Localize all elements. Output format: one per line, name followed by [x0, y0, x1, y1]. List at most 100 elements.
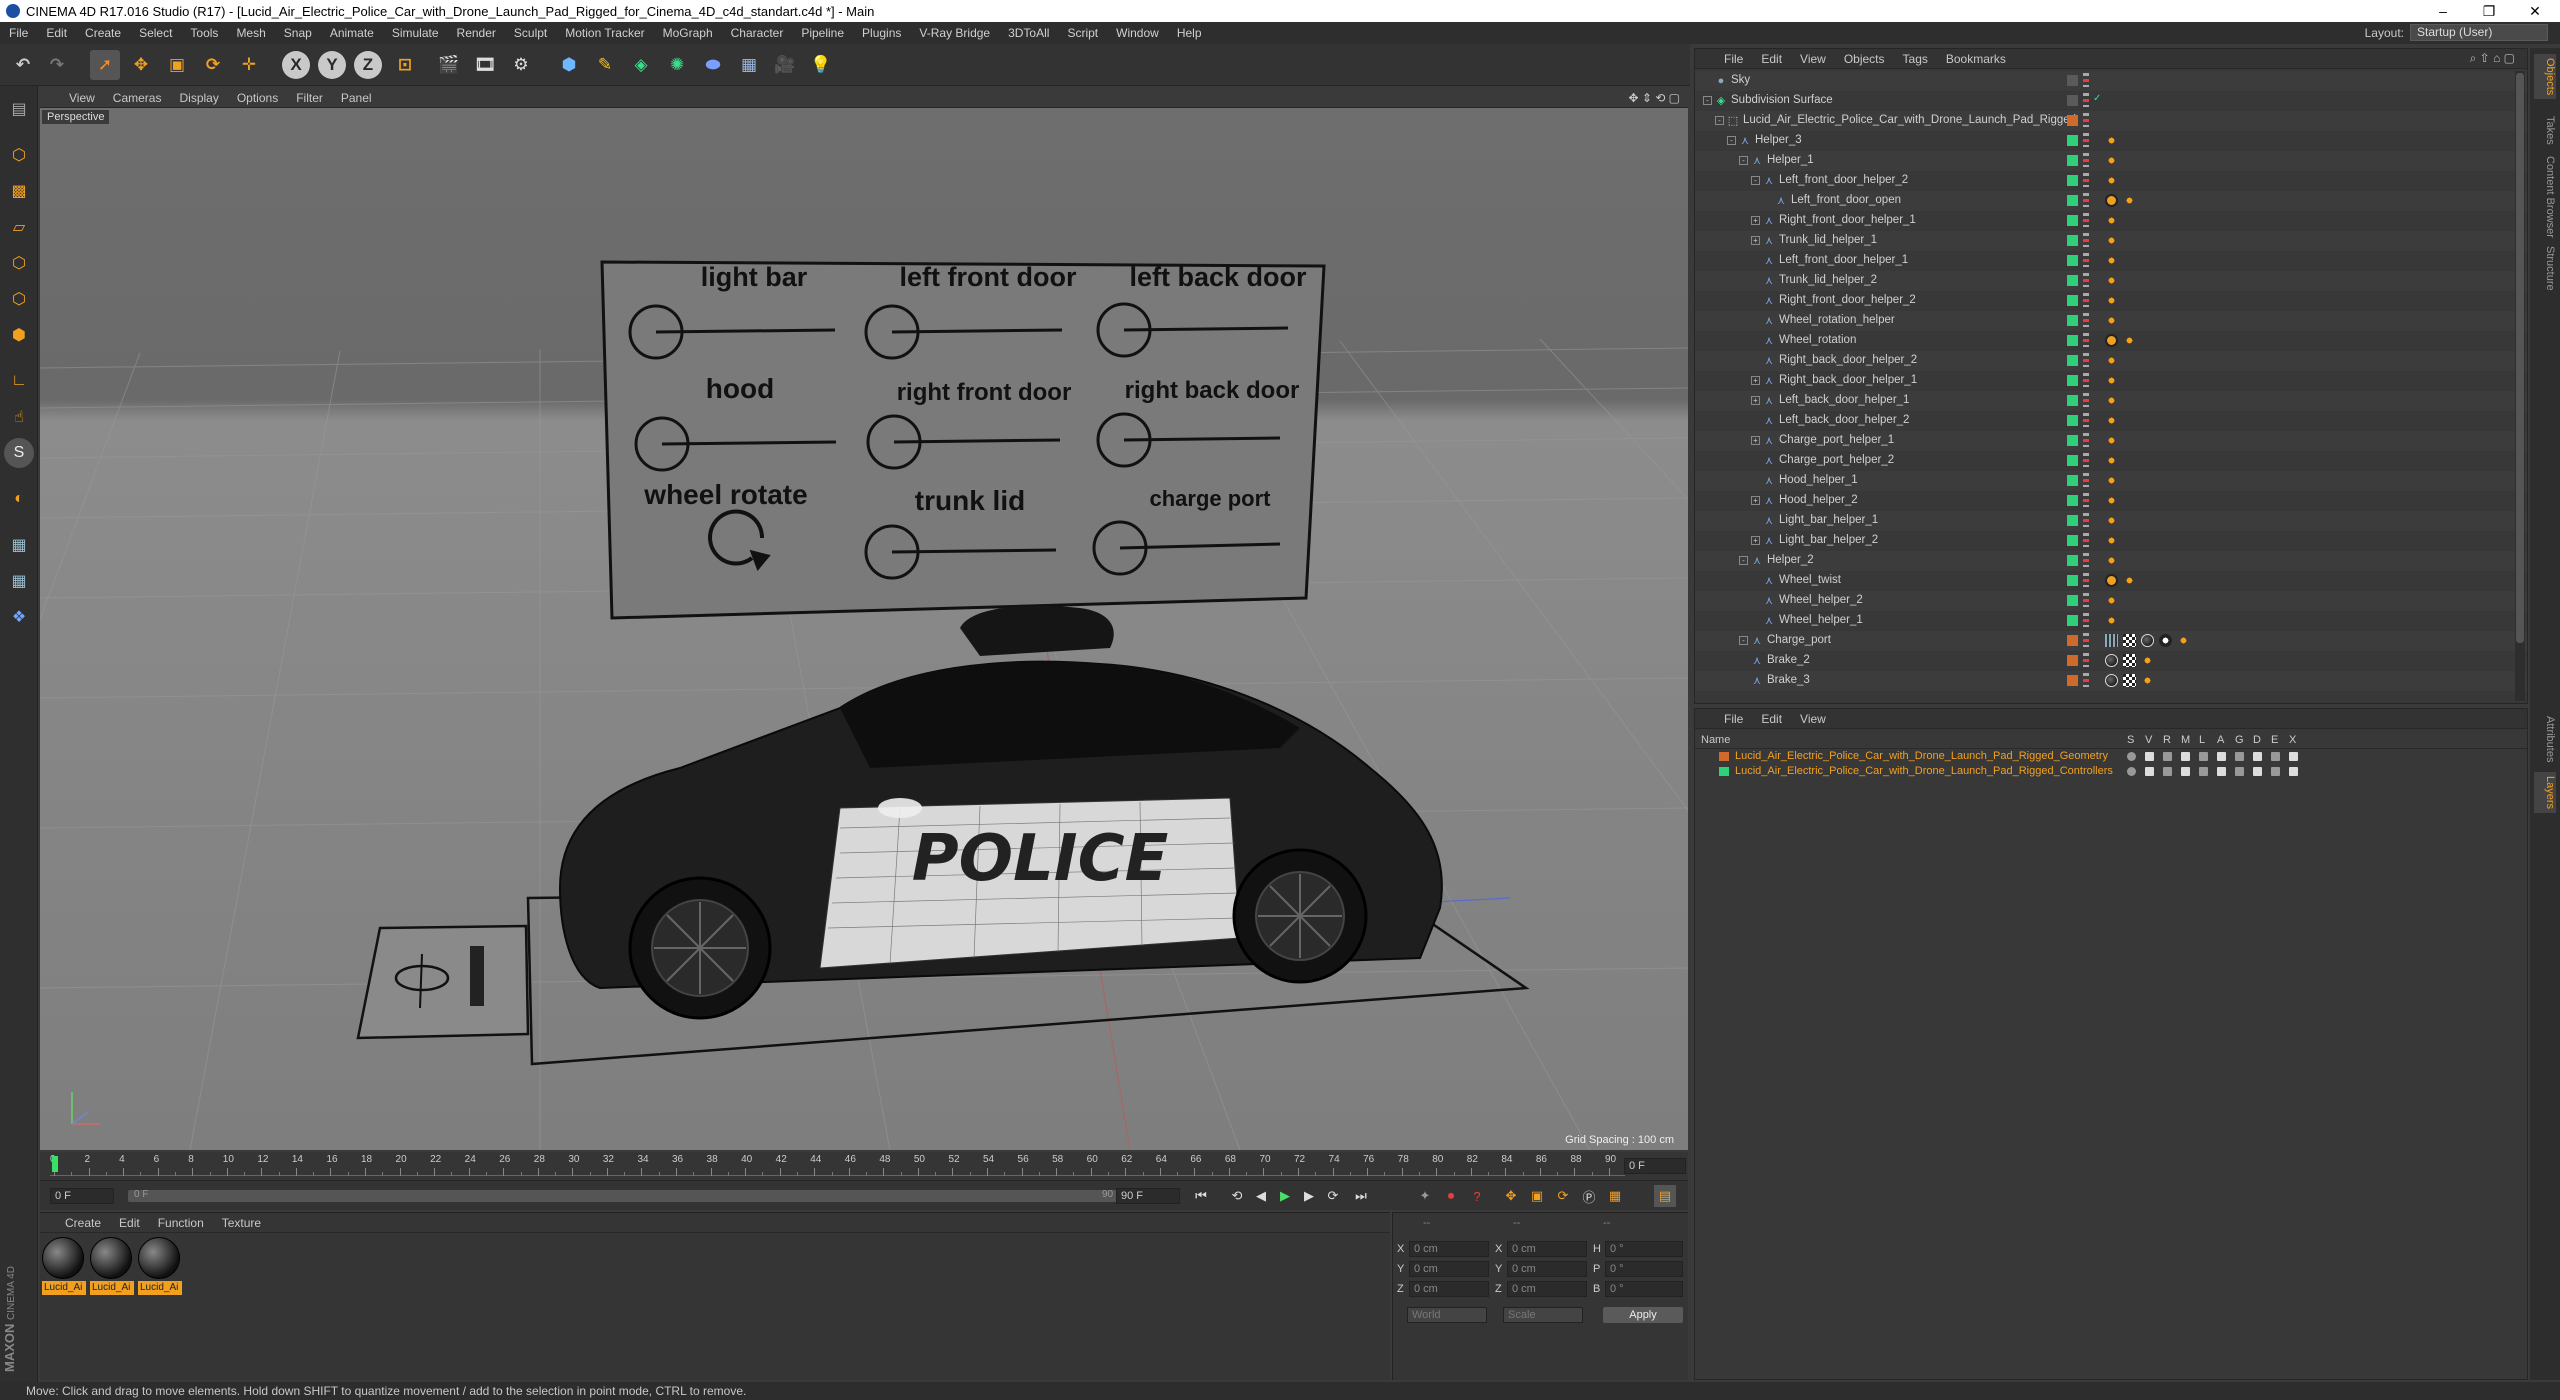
xpresso-tag-icon[interactable]	[2105, 414, 2118, 427]
floor-environment-icon[interactable]: ▦	[734, 50, 764, 80]
layer-toggle-icon[interactable]	[2181, 767, 2190, 776]
dock-tab-objects[interactable]: Objects	[2534, 54, 2556, 100]
axis-mode-icon[interactable]: ∟	[4, 366, 34, 396]
expand-toggle-icon[interactable]: +	[1751, 536, 1760, 545]
menu-animate[interactable]: Animate	[321, 26, 383, 40]
layer-toggle-icon[interactable]	[2235, 767, 2244, 776]
menu-motion-tracker[interactable]: Motion Tracker	[556, 26, 653, 40]
constraint-tag-icon[interactable]	[2105, 574, 2118, 587]
frame-range-slider[interactable]: 0 F 90 F	[128, 1189, 1128, 1202]
object-row[interactable]: ⋏ Light_bar_helper_1	[1695, 511, 2527, 531]
layer-color-swatch[interactable]	[2067, 495, 2078, 506]
texture-tag-icon[interactable]	[2123, 674, 2136, 687]
rot-p-field[interactable]: 0 °	[1605, 1261, 1683, 1277]
xpresso-tag-icon[interactable]	[2105, 174, 2118, 187]
visibility-dots-icon[interactable]	[2083, 533, 2089, 549]
xpresso-tag-icon[interactable]	[2177, 634, 2190, 647]
phong-tag-icon[interactable]	[2105, 634, 2118, 647]
layer-color-swatch[interactable]	[1719, 752, 1729, 761]
object-row[interactable]: + ⋏ Left_back_door_helper_1	[1695, 391, 2527, 411]
camera-icon[interactable]: 🎥	[770, 50, 800, 80]
visibility-dots-icon[interactable]	[2083, 573, 2089, 589]
subdivision-surface-icon[interactable]: ◈	[626, 50, 656, 80]
layer-column-header[interactable]: L	[2199, 734, 2205, 746]
xpresso-tag-icon[interactable]	[2141, 674, 2154, 687]
layer-color-swatch[interactable]	[2067, 275, 2078, 286]
layer-toggle-icon[interactable]	[2271, 752, 2280, 761]
visibility-dots-icon[interactable]	[2083, 433, 2089, 449]
layer-column-header[interactable]: E	[2271, 734, 2278, 746]
layer-toggle-icon[interactable]	[2127, 767, 2136, 776]
object-row[interactable]: ● Sky	[1695, 71, 2527, 91]
x-axis-lock-button[interactable]: X	[282, 51, 310, 79]
model-mode-icon[interactable]: ⬡	[4, 140, 34, 170]
workplane-mode-icon[interactable]: ▱	[4, 212, 34, 242]
edges-mode-icon[interactable]: ⬡	[4, 284, 34, 314]
menu-edit[interactable]: Edit	[37, 26, 76, 40]
layers-menu-edit[interactable]: Edit	[1752, 712, 1791, 726]
object-row[interactable]: ⋏ Trunk_lid_helper_2	[1695, 271, 2527, 291]
live-selection-icon[interactable]: ➚	[90, 50, 120, 80]
size-y-field[interactable]: 0 cm	[1507, 1261, 1587, 1277]
menu-help[interactable]: Help	[1168, 26, 1211, 40]
layer-color-swatch[interactable]	[2067, 95, 2078, 106]
enabled-check-icon[interactable]: ✓	[2093, 93, 2101, 104]
xpresso-tag-icon[interactable]	[2105, 354, 2118, 367]
xpresso-tag-icon[interactable]	[2123, 334, 2136, 347]
layer-color-swatch[interactable]	[2067, 335, 2078, 346]
end-frame-field[interactable]: 90 F	[1116, 1188, 1180, 1204]
visibility-dots-icon[interactable]	[2083, 293, 2089, 309]
object-row[interactable]: + ⋏ Trunk_lid_helper_1	[1695, 231, 2527, 251]
xpresso-tag-icon[interactable]	[2105, 234, 2118, 247]
layer-toggle-icon[interactable]	[2199, 767, 2208, 776]
recent-tool-icon[interactable]: ✛	[234, 50, 264, 80]
layer-column-header[interactable]: D	[2253, 734, 2261, 746]
xpresso-tag-icon[interactable]	[2105, 154, 2118, 167]
xpresso-tag-icon[interactable]	[2105, 514, 2118, 527]
object-row[interactable]: ⋏ Brake_3	[1695, 671, 2527, 691]
xpresso-tag-icon[interactable]	[2105, 534, 2118, 547]
key-rotation-icon[interactable]: ⟳	[1552, 1185, 1574, 1207]
layer-color-swatch[interactable]	[2067, 655, 2078, 666]
visibility-dots-icon[interactable]	[2083, 73, 2089, 89]
object-row[interactable]: ⋏ Right_front_door_helper_2	[1695, 291, 2527, 311]
menu-pipeline[interactable]: Pipeline	[792, 26, 853, 40]
material-swatch[interactable]: Lucid_Ai	[90, 1237, 134, 1295]
visibility-dots-icon[interactable]	[2083, 133, 2089, 149]
layer-color-swatch[interactable]	[2067, 675, 2078, 686]
layer-color-swatch[interactable]	[2067, 415, 2078, 426]
autokey-icon[interactable]: ?	[1466, 1185, 1488, 1207]
visibility-dots-icon[interactable]	[2083, 373, 2089, 389]
viewport-menu-panel[interactable]: Panel	[332, 91, 381, 105]
layer-color-swatch[interactable]	[2067, 535, 2078, 546]
object-row[interactable]: ⋏ Wheel_helper_1	[1695, 611, 2527, 631]
layer-color-swatch[interactable]	[2067, 155, 2078, 166]
previous-frame-icon[interactable]: ◀	[1250, 1185, 1272, 1207]
dock-tab-attributes[interactable]: Attributes	[2534, 712, 2556, 766]
material-menu-texture[interactable]: Texture	[213, 1216, 270, 1230]
xpresso-tag-icon[interactable]	[2105, 494, 2118, 507]
layer-row[interactable]: Lucid_Air_Electric_Police_Car_with_Drone…	[1695, 764, 2527, 779]
expand-toggle-icon[interactable]: +	[1751, 496, 1760, 505]
layer-color-swatch[interactable]	[2067, 115, 2078, 126]
expand-toggle-icon[interactable]: +	[1751, 216, 1760, 225]
viewport-menu-view[interactable]: View	[60, 91, 104, 105]
layer-color-swatch[interactable]	[2067, 255, 2078, 266]
playhead[interactable]	[52, 1156, 58, 1172]
record-keyframe-icon[interactable]: ⏺	[1440, 1185, 1462, 1207]
viewport-menu-filter[interactable]: Filter	[287, 91, 332, 105]
coordinate-system-icon[interactable]: ⊡	[390, 50, 420, 80]
move-tool-icon[interactable]: ✥	[126, 50, 156, 80]
object-row[interactable]: ⋏ Left_front_door_open	[1695, 191, 2527, 211]
object-row[interactable]: - ⋏ Charge_port	[1695, 631, 2527, 651]
menu-window[interactable]: Window	[1107, 26, 1168, 40]
layer-row[interactable]: Lucid_Air_Electric_Police_Car_with_Drone…	[1695, 749, 2527, 764]
xpresso-tag-icon[interactable]	[2123, 194, 2136, 207]
layer-color-swatch[interactable]	[2067, 295, 2078, 306]
material-tag-icon[interactable]	[2141, 634, 2154, 647]
layer-color-swatch[interactable]	[2067, 475, 2078, 486]
xpresso-tag-icon[interactable]	[2105, 454, 2118, 467]
make-editable-icon[interactable]: ▤	[4, 94, 34, 124]
objects-menu-view[interactable]: View	[1791, 52, 1835, 66]
visibility-dots-icon[interactable]	[2083, 253, 2089, 269]
